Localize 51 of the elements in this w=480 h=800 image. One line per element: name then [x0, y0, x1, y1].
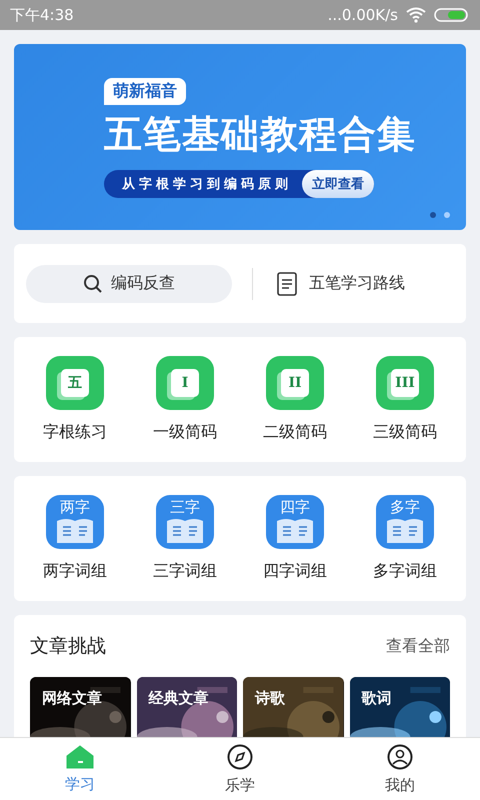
view-now-button[interactable]: 立即查看 [302, 170, 374, 198]
wifi-icon [406, 7, 426, 23]
open-book-icon [385, 517, 425, 543]
promo-banner[interactable]: 萌新福音 五笔基础教程合集 从字根学习到编码原则 立即查看 [14, 44, 466, 230]
icon-glyph: I [171, 369, 199, 397]
nav-tab[interactable]: 我的 [320, 738, 480, 800]
compass-icon [227, 744, 253, 770]
grid-item[interactable]: II 二级简码 [240, 356, 350, 443]
page-dot[interactable] [444, 212, 450, 218]
icon-glyph: 五 [61, 369, 89, 397]
article-category[interactable]: 经典文章 [136, 677, 237, 737]
battery-icon [434, 7, 470, 23]
status-time: 下午4:38 [10, 6, 74, 24]
grid-item[interactable]: 四字 四字词组 [240, 495, 350, 582]
grid-item[interactable]: 两字 两字词组 [20, 495, 130, 582]
open-book-icon [165, 517, 205, 543]
network-speed: ...0.00K/s [328, 6, 398, 24]
view-all-link[interactable]: 查看全部 [386, 636, 450, 656]
user-icon [387, 744, 413, 770]
learning-route-button[interactable]: 五笔学习路线 [277, 272, 405, 296]
article-category[interactable]: 歌词 [350, 677, 450, 737]
icon-glyph: 多字 [390, 498, 420, 517]
grid-item[interactable]: 多字 多字词组 [350, 495, 460, 582]
home-icon [66, 744, 94, 768]
banner-title: 五笔基础教程合集 [104, 111, 416, 158]
open-book-icon [55, 517, 95, 543]
icon-glyph: III [391, 369, 419, 397]
grid-item[interactable]: III 三级简码 [350, 356, 460, 443]
section-title: 文章挑战 [30, 634, 106, 659]
nav-tab[interactable]: 学习 [0, 738, 160, 800]
search-icon [83, 274, 103, 294]
article-category[interactable]: 诗歌 [243, 677, 344, 737]
code-lookup-button[interactable]: 编码反查 [26, 264, 232, 302]
grid-item[interactable]: 三字 三字词组 [130, 495, 240, 582]
article-category[interactable]: 网络文章 [30, 677, 130, 737]
category-label: 经典文章 [148, 689, 208, 708]
icon-glyph: 三字 [170, 498, 200, 517]
document-icon [277, 272, 297, 296]
grid-item[interactable]: 五 字根练习 [20, 356, 130, 443]
category-label: 歌词 [362, 689, 392, 708]
icon-glyph: 四字 [280, 498, 310, 517]
nav-tab[interactable]: 乐学 [160, 738, 320, 800]
banner-tag: 萌新福音 [104, 78, 186, 105]
icon-glyph: II [281, 369, 309, 397]
grid-item[interactable]: I 一级简码 [130, 356, 240, 443]
banner-subtitle: 从字根学习到编码原则 [120, 176, 293, 193]
page-dot[interactable] [430, 212, 436, 218]
open-book-icon [275, 517, 315, 543]
category-label: 网络文章 [42, 689, 102, 708]
icon-glyph: 两字 [60, 498, 90, 517]
category-label: 诗歌 [255, 689, 285, 708]
